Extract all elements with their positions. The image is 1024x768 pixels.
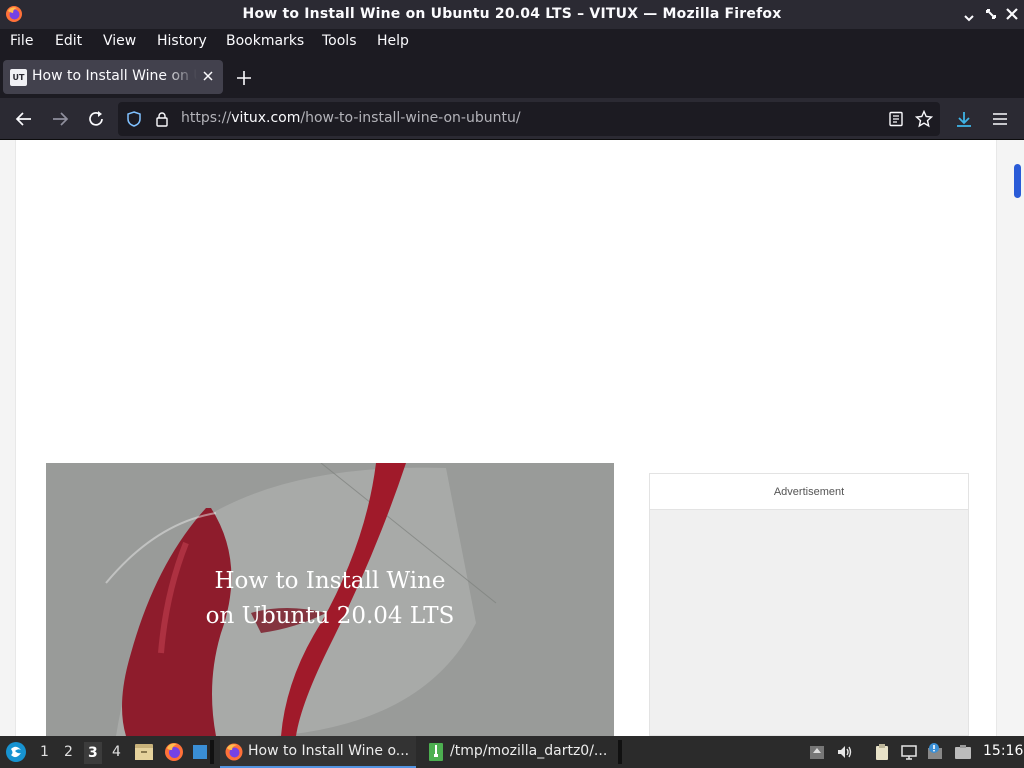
tab-strip: UT How to Install Wine on Ubuntu 20.04 L… <box>0 55 1024 98</box>
workspace-1[interactable]: 1 <box>40 744 49 760</box>
menu-tools[interactable]: Tools <box>322 33 357 49</box>
workspace-4[interactable]: 4 <box>112 744 121 760</box>
advertisement-label: Advertisement <box>650 474 968 510</box>
updates-tray-icon[interactable] <box>808 743 826 761</box>
clipboard-icon[interactable] <box>873 743 891 761</box>
taskbar-window-label: How to Install Wine o... <box>248 743 410 759</box>
menu-bookmarks[interactable]: Bookmarks <box>226 33 304 49</box>
file-manager-icon[interactable] <box>133 741 155 763</box>
power-manager-icon[interactable] <box>954 743 972 761</box>
menu-edit[interactable]: Edit <box>55 33 82 49</box>
url-bar[interactable]: https://vitux.com/how-to-install-wine-on… <box>118 102 940 136</box>
tracking-protection-shield-icon[interactable] <box>126 111 142 127</box>
notification-icon[interactable] <box>926 743 944 761</box>
workspace-2[interactable]: 2 <box>64 744 73 760</box>
download-icon[interactable] <box>954 109 974 129</box>
firefox-launcher-icon[interactable] <box>163 741 185 763</box>
minimize-icon[interactable] <box>961 6 977 22</box>
bookmark-star-icon[interactable] <box>915 110 933 128</box>
new-tab-icon[interactable] <box>234 68 254 88</box>
menu-help[interactable]: Help <box>377 33 409 49</box>
page-viewport[interactable]: How to Install Wine on Ubuntu 20.04 LTS … <box>0 140 1024 736</box>
tab-active[interactable]: UT How to Install Wine on Ubuntu 20.04 L… <box>3 60 223 94</box>
archive-icon <box>429 743 443 761</box>
taskbar: 1 2 3 4 How to Install Wine o... /tmp/mo… <box>0 736 1024 768</box>
taskbar-window-label: /tmp/mozilla_dartz0/... <box>450 743 608 759</box>
clock[interactable]: 15:16 <box>983 743 1023 759</box>
window-title: How to Install Wine on Ubuntu 20.04 LTS … <box>242 6 782 22</box>
reader-view-icon[interactable] <box>888 111 904 127</box>
menu-bar: File Edit View History Bookmarks Tools H… <box>0 29 1024 55</box>
taskbar-window-archive[interactable]: /tmp/mozilla_dartz0/... <box>422 736 616 768</box>
scrollbar-thumb[interactable] <box>1014 164 1021 198</box>
article-title: How to Install Wine on Ubuntu 20.04 LTS <box>46 564 614 634</box>
article-title-line-2: on Ubuntu 20.04 LTS <box>205 603 455 629</box>
article-title-line-1: How to Install Wine <box>214 568 446 594</box>
article-page: How to Install Wine on Ubuntu 20.04 LTS … <box>15 140 997 736</box>
url-scheme: https:// <box>181 110 232 126</box>
url-host: vitux.com <box>231 110 301 126</box>
navigation-toolbar: https://vitux.com/how-to-install-wine-on… <box>0 98 1024 140</box>
maximize-icon[interactable] <box>983 6 999 22</box>
menu-history[interactable]: History <box>157 33 207 49</box>
volume-icon[interactable] <box>836 743 854 761</box>
menu-file[interactable]: File <box>10 33 33 49</box>
hamburger-menu-icon[interactable] <box>990 109 1010 129</box>
sidebar-advertisement[interactable]: Advertisement <box>649 473 969 736</box>
site-favicon-icon: UT <box>10 69 27 86</box>
taskbar-separator <box>210 740 214 764</box>
url-path: /how-to-install-wine-on-ubuntu/ <box>300 110 521 126</box>
forward-arrow-icon[interactable] <box>50 109 70 129</box>
workspace-3[interactable]: 3 <box>84 742 102 764</box>
back-arrow-icon[interactable] <box>14 109 34 129</box>
menu-view[interactable]: View <box>103 33 136 49</box>
tab-label: How to Install Wine on Ubuntu 20.04 LTS <box>32 68 197 84</box>
taskbar-separator <box>618 740 622 764</box>
network-icon[interactable] <box>900 743 918 761</box>
reload-icon[interactable] <box>86 109 106 129</box>
window-titlebar: How to Install Wine on Ubuntu 20.04 LTS … <box>0 0 1024 29</box>
start-menu-icon[interactable] <box>5 741 27 763</box>
lock-icon[interactable] <box>154 111 170 127</box>
scrollbar-track[interactable] <box>1010 140 1024 736</box>
terminal-icon[interactable] <box>190 741 212 763</box>
firefox-icon <box>225 743 243 761</box>
url-text[interactable]: https://vitux.com/how-to-install-wine-on… <box>181 110 521 126</box>
tab-close-icon[interactable] <box>201 69 215 83</box>
taskbar-window-firefox[interactable]: How to Install Wine o... <box>220 736 416 768</box>
article-hero-image: How to Install Wine on Ubuntu 20.04 LTS <box>46 463 614 736</box>
close-window-icon[interactable] <box>1004 6 1020 22</box>
